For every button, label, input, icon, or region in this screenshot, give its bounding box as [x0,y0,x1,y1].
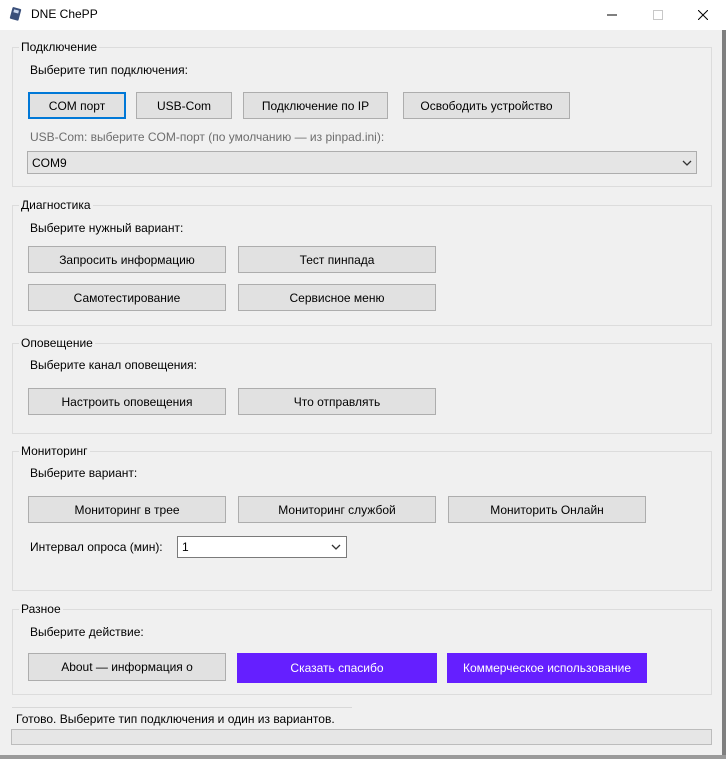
notification-group-title: Оповещение [19,336,95,350]
diagnostics-prompt: Выберите нужный вариант: [30,221,184,235]
configure-notifications-button[interactable]: Настроить оповещения [28,388,226,415]
pinpad-test-button[interactable]: Тест пинпада [238,246,436,273]
chevron-down-icon [331,544,341,550]
port-hint-label: USB-Com: выберите COM-порт (по умолчанию… [30,130,385,144]
interval-select[interactable]: 1 [177,536,347,558]
maximize-icon [653,10,663,20]
online-monitoring-button[interactable]: Мониторить Онлайн [448,496,646,523]
com-port-select-value: COM9 [32,156,67,170]
diagnostics-group-title: Диагностика [19,198,93,212]
usb-com-button[interactable]: USB-Com [136,92,232,119]
close-button[interactable] [680,0,726,30]
misc-prompt: Выберите действие: [30,625,144,639]
window-edge-bottom [0,755,726,759]
minimize-icon [607,14,617,16]
status-text: Готово. Выберите тип подключения и один … [16,712,335,726]
release-device-button[interactable]: Освободить устройство [403,92,570,119]
window-edge-right [722,30,726,759]
progress-bar [11,729,712,745]
status-divider [12,707,352,708]
about-button[interactable]: About — информация о [28,653,226,681]
ip-connection-button[interactable]: Подключение по IP [243,92,388,119]
monitoring-prompt: Выберите вариант: [30,466,138,480]
service-monitoring-button[interactable]: Мониторинг службой [238,496,436,523]
interval-label: Интервал опроса (мин): [30,540,163,554]
interval-select-value: 1 [182,540,189,554]
tray-monitoring-button[interactable]: Мониторинг в трее [28,496,226,523]
minimize-button[interactable] [589,0,635,30]
service-menu-button[interactable]: Сервисное меню [238,284,436,311]
misc-group-title: Разное [19,602,63,616]
window-title: DNE ChePP [31,7,98,21]
maximize-button[interactable] [635,0,681,30]
request-info-button[interactable]: Запросить информацию [28,246,226,273]
what-to-send-button[interactable]: Что отправлять [238,388,436,415]
com-port-select[interactable]: COM9 [27,151,697,174]
chevron-down-icon [682,160,692,166]
commercial-use-button[interactable]: Коммерческое использование [447,653,647,683]
self-test-button[interactable]: Самотестирование [28,284,226,311]
app-icon [8,6,24,22]
connection-prompt: Выберите тип подключения: [30,63,188,77]
connection-group-title: Подключение [19,40,100,54]
com-port-button[interactable]: COM порт [28,92,126,119]
close-icon [698,10,708,20]
notification-prompt: Выберите канал оповещения: [30,358,197,372]
say-thanks-button[interactable]: Сказать спасибо [237,653,437,683]
monitoring-group-title: Мониторинг [19,444,90,458]
